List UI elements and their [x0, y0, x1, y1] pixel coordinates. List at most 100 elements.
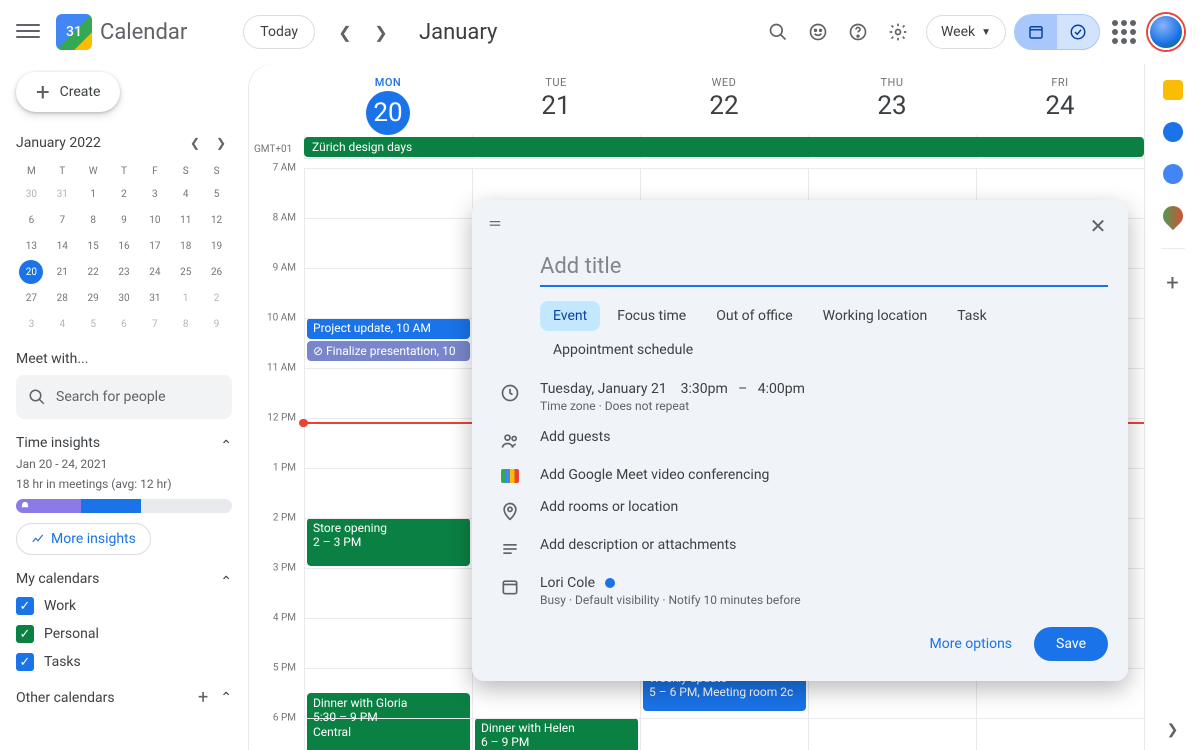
- tasks-view-icon[interactable]: [1057, 15, 1099, 49]
- event-title-input[interactable]: [540, 248, 1108, 287]
- main-menu-icon[interactable]: [16, 20, 40, 44]
- mini-day[interactable]: 24: [143, 260, 167, 284]
- today-button[interactable]: Today: [243, 15, 315, 49]
- mini-day[interactable]: 8: [174, 312, 198, 336]
- mini-day[interactable]: 30: [112, 286, 136, 310]
- day-header[interactable]: WED22: [640, 64, 808, 135]
- mini-prev-icon[interactable]: ❮: [184, 132, 206, 154]
- mini-day[interactable]: 12: [205, 208, 229, 232]
- event-date[interactable]: Tuesday, January 21: [540, 381, 667, 397]
- checkbox-icon[interactable]: ✓: [16, 625, 34, 643]
- search-people-input[interactable]: Search for people: [16, 375, 232, 419]
- event-start-time[interactable]: 3:30pm: [681, 381, 728, 397]
- tab-working-location[interactable]: Working location: [810, 301, 941, 331]
- close-icon[interactable]: ✕: [1082, 210, 1114, 242]
- tab-focus-time[interactable]: Focus time: [604, 301, 699, 331]
- event-dinner-helen[interactable]: Dinner with Helen6 – 9 PM: [475, 718, 638, 750]
- mini-day[interactable]: 2: [112, 182, 136, 206]
- mini-day[interactable]: 21: [50, 260, 74, 284]
- more-options-button[interactable]: More options: [916, 627, 1027, 661]
- mini-day[interactable]: 8: [81, 208, 105, 232]
- mini-day[interactable]: 23: [112, 260, 136, 284]
- checkbox-icon[interactable]: ✓: [16, 597, 34, 615]
- mini-day[interactable]: 22: [81, 260, 105, 284]
- layout-toggle[interactable]: [1014, 14, 1100, 50]
- mini-day[interactable]: 16: [112, 234, 136, 258]
- tab-out-of-office[interactable]: Out of office: [703, 301, 805, 331]
- calendar-tasks[interactable]: ✓Tasks: [16, 653, 232, 671]
- allday-event[interactable]: Zürich design days: [304, 137, 1144, 157]
- account-avatar[interactable]: [1148, 14, 1184, 50]
- drag-handle-icon[interactable]: [486, 217, 510, 235]
- other-calendars-toggle[interactable]: Other calendars+: [16, 687, 232, 708]
- event-owner[interactable]: Lori Cole: [540, 575, 595, 591]
- hide-panel-icon[interactable]: ❯: [1167, 722, 1179, 738]
- event-visibility[interactable]: Busy · Default visibility · Notify 10 mi…: [540, 593, 1108, 607]
- mini-day[interactable]: 1: [174, 286, 198, 310]
- event-tz-repeat[interactable]: Time zone · Does not repeat: [540, 399, 1108, 413]
- prev-period-button[interactable]: ❮: [327, 14, 363, 50]
- add-location-button[interactable]: Add rooms or location: [540, 499, 1108, 515]
- settings-icon[interactable]: [878, 12, 918, 52]
- event-dinner-gloria[interactable]: Dinner with Gloria5:30 – 9 PMCentral: [307, 693, 470, 750]
- mini-day[interactable]: 4: [50, 312, 74, 336]
- allday-row[interactable]: Zürich design days: [304, 135, 1144, 159]
- contacts-icon[interactable]: [1163, 164, 1183, 184]
- mini-day[interactable]: 3: [19, 312, 43, 336]
- add-description-button[interactable]: Add description or attachments: [540, 537, 1108, 553]
- keep-icon[interactable]: [1163, 80, 1183, 100]
- tasks-icon[interactable]: [1163, 122, 1183, 142]
- mini-day[interactable]: 7: [50, 208, 74, 232]
- mini-day[interactable]: 3: [143, 182, 167, 206]
- get-addons-icon[interactable]: +: [1166, 271, 1178, 296]
- mini-day[interactable]: 5: [81, 312, 105, 336]
- mini-day[interactable]: 11: [174, 208, 198, 232]
- save-button[interactable]: Save: [1034, 627, 1108, 661]
- google-apps-icon[interactable]: [1112, 20, 1136, 44]
- mini-day[interactable]: 13: [19, 234, 43, 258]
- next-period-button[interactable]: ❯: [363, 14, 399, 50]
- mini-day[interactable]: 6: [112, 312, 136, 336]
- day-header[interactable]: MON20: [304, 64, 472, 135]
- calendar-personal[interactable]: ✓Personal: [16, 625, 232, 643]
- mini-day[interactable]: 14: [50, 234, 74, 258]
- mini-day[interactable]: 20: [19, 260, 43, 284]
- mini-day[interactable]: 31: [50, 182, 74, 206]
- mini-day[interactable]: 4: [174, 182, 198, 206]
- checkbox-icon[interactable]: ✓: [16, 653, 34, 671]
- day-header[interactable]: TUE21: [472, 64, 640, 135]
- day-column[interactable]: Project update, 10 AM⊘ Finalize presenta…: [304, 168, 472, 750]
- day-header[interactable]: THU23: [808, 64, 976, 135]
- mini-day[interactable]: 5: [205, 182, 229, 206]
- mini-day[interactable]: 19: [205, 234, 229, 258]
- mini-day[interactable]: 28: [50, 286, 74, 310]
- calendar-work[interactable]: ✓Work: [16, 597, 232, 615]
- mini-day[interactable]: 27: [19, 286, 43, 310]
- mini-day[interactable]: 1: [81, 182, 105, 206]
- day-header[interactable]: FRI24: [976, 64, 1144, 135]
- mini-day[interactable]: 9: [205, 312, 229, 336]
- calendar-view-icon[interactable]: [1015, 15, 1057, 49]
- time-insights-toggle[interactable]: Time insights: [16, 435, 232, 451]
- status-icon[interactable]: [798, 12, 838, 52]
- event-store-opening[interactable]: Store opening2 – 3 PM: [307, 518, 470, 566]
- event-finalize-presentation[interactable]: ⊘ Finalize presentation, 10: [307, 341, 470, 361]
- mini-day[interactable]: 30: [19, 182, 43, 206]
- mini-day[interactable]: 18: [174, 234, 198, 258]
- mini-day[interactable]: 29: [81, 286, 105, 310]
- mini-day[interactable]: 17: [143, 234, 167, 258]
- add-meet-button[interactable]: Add Google Meet video conferencing: [540, 467, 1108, 483]
- event-end-time[interactable]: 4:00pm: [758, 381, 805, 397]
- add-guests-button[interactable]: Add guests: [540, 429, 1108, 445]
- mini-next-icon[interactable]: ❯: [210, 132, 232, 154]
- mini-day[interactable]: 6: [19, 208, 43, 232]
- mini-day[interactable]: 9: [112, 208, 136, 232]
- mini-day[interactable]: 10: [143, 208, 167, 232]
- tab-event[interactable]: Event: [540, 301, 600, 331]
- mini-day[interactable]: 31: [143, 286, 167, 310]
- maps-icon[interactable]: [1158, 202, 1186, 230]
- mini-day[interactable]: 7: [143, 312, 167, 336]
- view-selector[interactable]: Week▼: [926, 15, 1006, 49]
- mini-day[interactable]: 2: [205, 286, 229, 310]
- help-icon[interactable]: [838, 12, 878, 52]
